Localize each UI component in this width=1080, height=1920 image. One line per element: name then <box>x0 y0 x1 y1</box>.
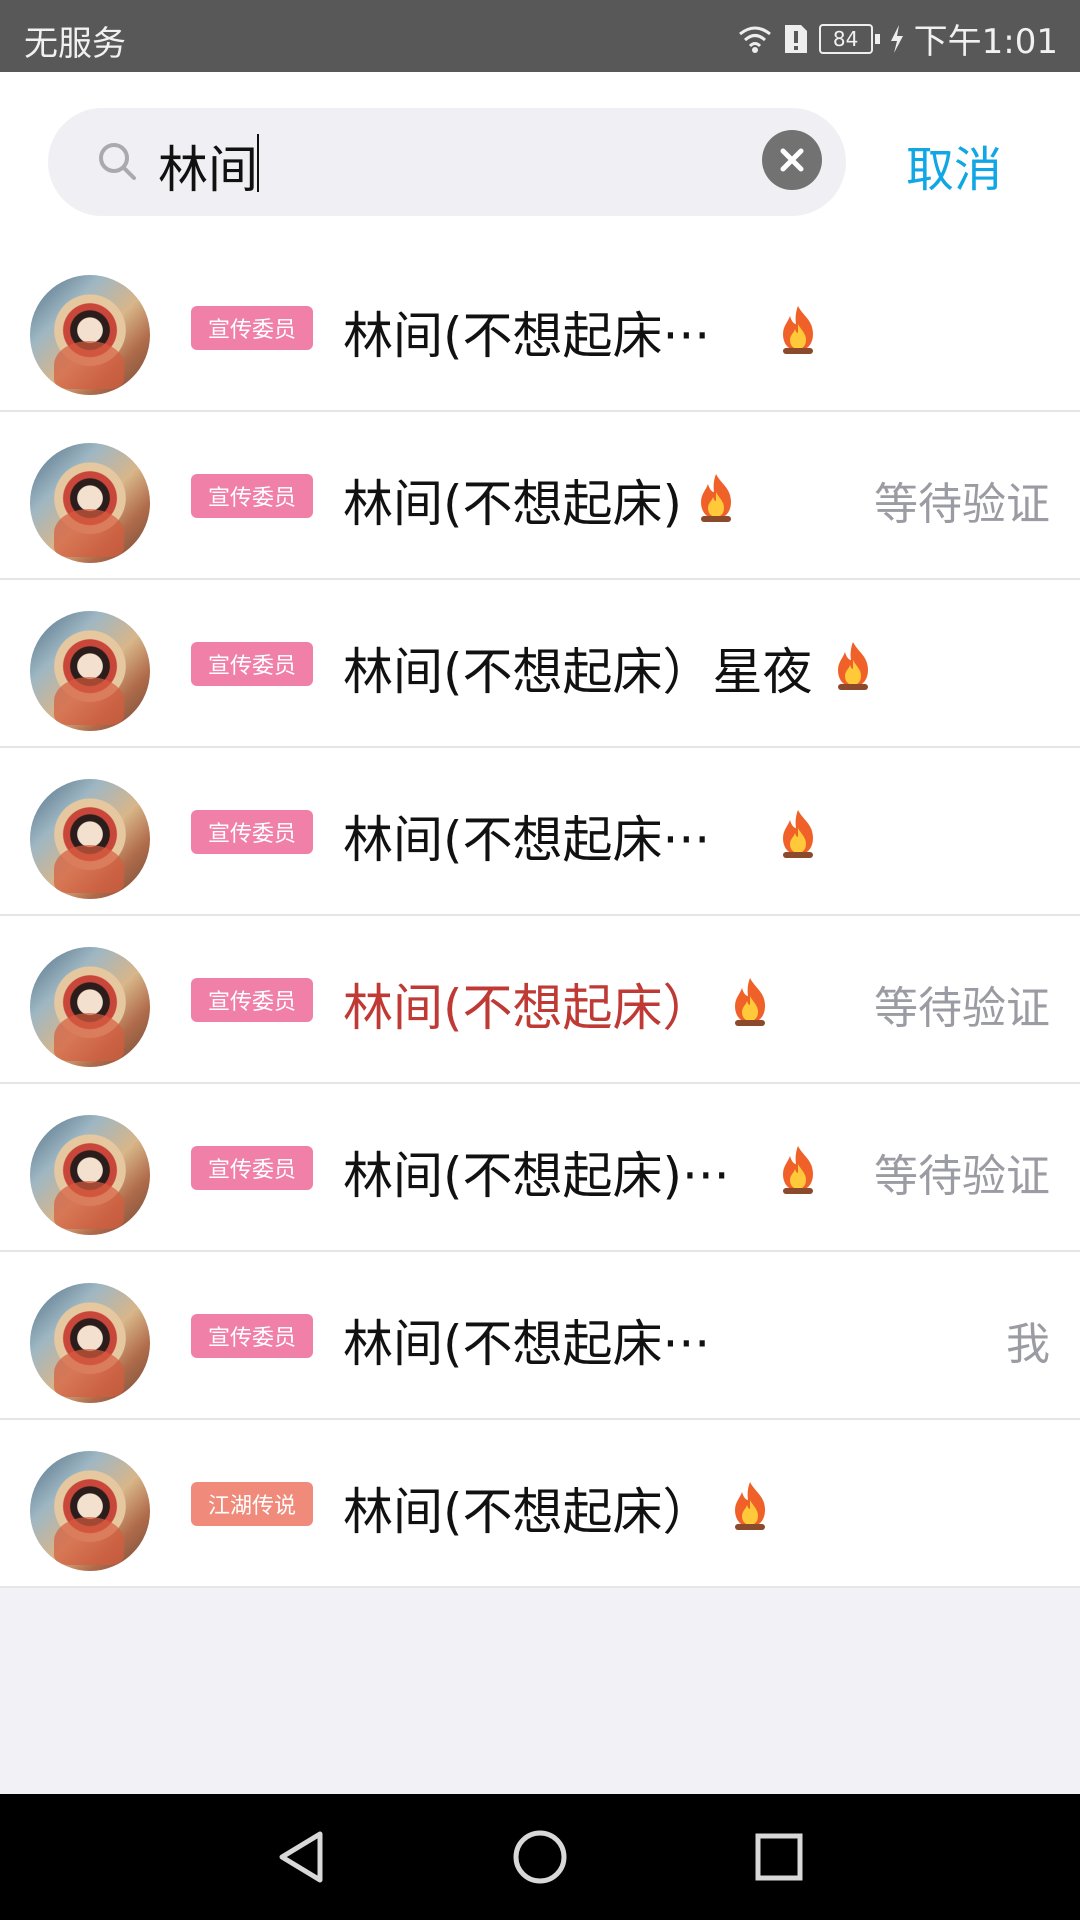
title-badge: 宣传委员 <box>191 474 313 518</box>
avatar <box>30 1283 150 1403</box>
avatar <box>30 1451 150 1571</box>
status-label: 等待验证 <box>874 1151 1050 1202</box>
wifi-icon <box>738 26 771 53</box>
avatar <box>30 947 150 1067</box>
search-input[interactable]: 林间 <box>48 108 846 216</box>
battery-level: 84 <box>818 23 873 54</box>
home-circle-icon[interactable] <box>507 1824 573 1890</box>
close-icon <box>780 148 804 172</box>
results-list: 宣传委员 林间(不想起床··· 宣传委员 林间(不想起床) 等待验证 宣传委员 林间(不想起… <box>0 244 1080 1588</box>
title-badge: 宣传委员 <box>191 642 313 686</box>
list-item[interactable]: 宣传委员 林间(不想起床） 等待验证 <box>0 916 1080 1084</box>
recents-square-icon[interactable] <box>746 1824 812 1890</box>
battery-icon: 84 <box>818 23 880 54</box>
fire-icon <box>729 1480 771 1532</box>
charging-icon <box>890 24 903 53</box>
title-badge: 宣传委员 <box>191 306 313 350</box>
search-icon <box>99 143 136 180</box>
list-item[interactable]: 宣传委员 林间(不想起床) 等待验证 <box>0 412 1080 580</box>
title-badge: 江湖传说 <box>191 1482 313 1526</box>
status-label: 等待验证 <box>874 983 1050 1034</box>
status-label: 等待验证 <box>874 479 1050 530</box>
member-name: 林间(不想起床··· <box>343 811 711 869</box>
member-name: 林间(不想起床） <box>343 1483 713 1541</box>
search-header: 林间 取消 <box>0 72 1080 244</box>
list-item[interactable]: 宣传委员 林间(不想起床··· <box>0 748 1080 916</box>
fire-icon <box>777 1144 819 1196</box>
list-item[interactable]: 宣传委员 林间(不想起床··· 我 <box>0 1252 1080 1420</box>
list-item[interactable]: 江湖传说 林间(不想起床） <box>0 1420 1080 1588</box>
sim-alert-icon <box>784 24 807 53</box>
search-query[interactable]: 林间 <box>158 130 258 202</box>
member-name: 林间(不想起床··· <box>343 307 711 365</box>
fire-icon <box>695 472 737 524</box>
text-cursor <box>257 134 259 192</box>
fire-icon <box>777 808 819 860</box>
member-name: 林间(不想起床）星夜 <box>343 643 813 701</box>
member-name: 林间(不想起床)··· <box>343 1147 730 1205</box>
fire-icon <box>777 304 819 356</box>
member-name: 林间(不想起床) <box>343 475 683 533</box>
avatar <box>30 1115 150 1235</box>
list-item[interactable]: 宣传委员 林间(不想起床)··· 等待验证 <box>0 1084 1080 1252</box>
back-triangle-icon[interactable] <box>268 1824 334 1890</box>
avatar <box>30 779 150 899</box>
status-bar: 无服务 84 下午1:01 <box>0 0 1080 72</box>
member-name: 林间(不想起床） <box>343 979 713 1037</box>
title-badge: 宣传委员 <box>191 978 313 1022</box>
navigation-bar <box>0 1794 1080 1920</box>
avatar <box>30 611 150 731</box>
list-item[interactable]: 宣传委员 林间(不想起床··· <box>0 244 1080 412</box>
avatar <box>30 443 150 563</box>
list-item[interactable]: 宣传委员 林间(不想起床）星夜 <box>0 580 1080 748</box>
fire-icon <box>832 640 874 692</box>
avatar <box>30 275 150 395</box>
fire-icon <box>729 976 771 1028</box>
clock-text: 下午1:01 <box>913 22 1058 62</box>
cancel-button[interactable]: 取消 <box>906 130 1002 200</box>
member-name: 林间(不想起床··· <box>343 1315 711 1373</box>
status-icons: 84 下午1:01 <box>737 14 1058 63</box>
carrier-text: 无服务 <box>24 24 126 64</box>
status-label: 我 <box>1006 1319 1050 1370</box>
title-badge: 宣传委员 <box>191 810 313 854</box>
clear-button[interactable] <box>762 130 822 190</box>
title-badge: 宣传委员 <box>191 1314 313 1358</box>
title-badge: 宣传委员 <box>191 1146 313 1190</box>
